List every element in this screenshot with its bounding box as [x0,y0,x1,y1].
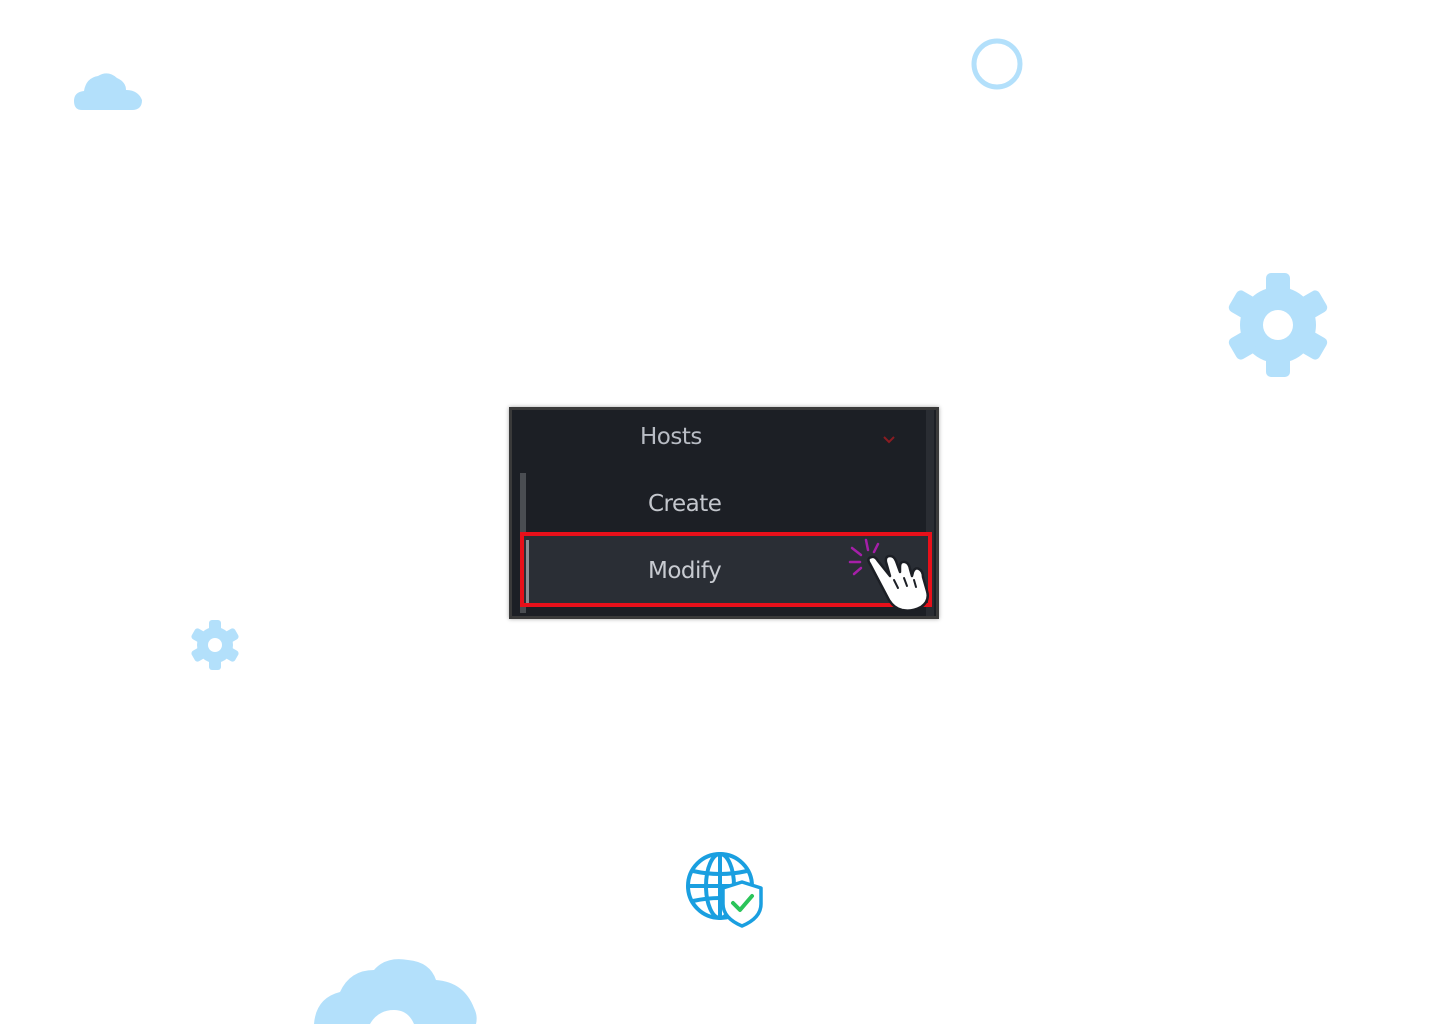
menu-parent-label: Hosts [640,424,702,450]
menu-parent-hosts[interactable]: Hosts [512,410,936,472]
menu-item-create-label: Create [648,491,722,517]
cloud-icon [314,959,477,1024]
gear-icon [1228,273,1328,377]
globe-shield-check-icon [686,852,763,928]
circle-icon [971,38,1023,90]
hand-pointer-click-icon [848,538,929,612]
menu-item-modify-label: Modify [648,558,722,584]
menu-item-create[interactable]: Create [526,474,922,532]
selected-accent-bar [526,540,529,603]
chevron-down-icon[interactable] [880,432,898,446]
page: { "menu": { "parent_label": "Hosts", "it… [0,0,1448,1024]
gear-icon [191,620,239,670]
cloud-icon [74,73,142,110]
